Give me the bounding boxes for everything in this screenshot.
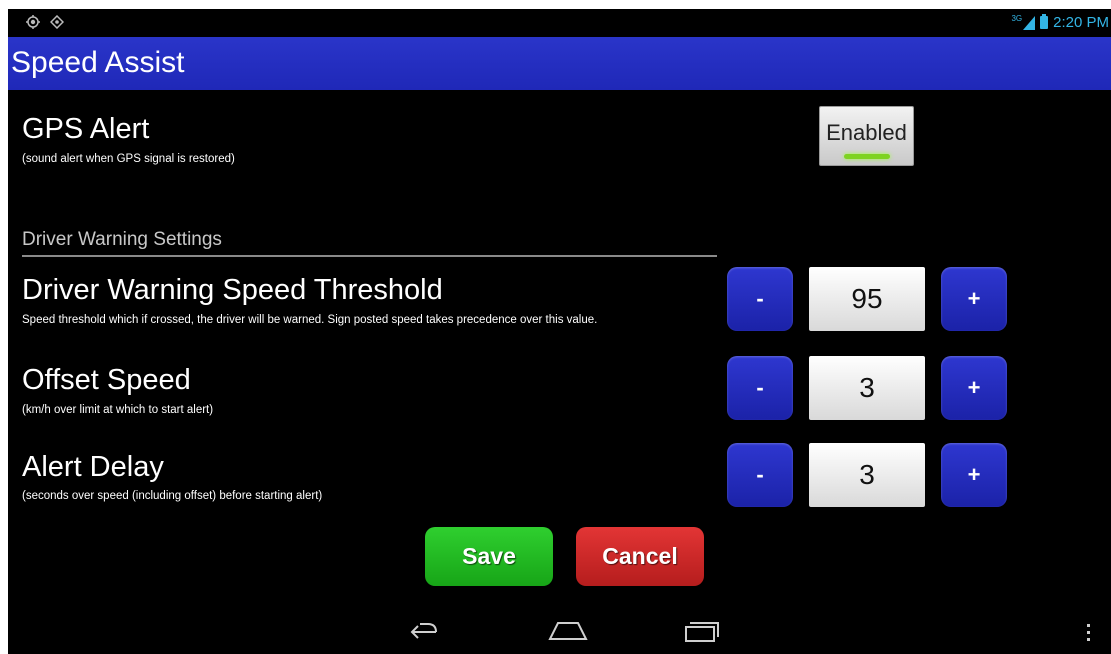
alert-delay-increment-button[interactable]: + bbox=[941, 443, 1007, 507]
offset-speed-label: Offset Speed bbox=[22, 364, 191, 396]
speed-threshold-value[interactable]: 95 bbox=[809, 267, 925, 331]
cancel-button[interactable]: Cancel bbox=[576, 527, 704, 586]
device-screen: 3G 2:20 PM Speed Assist GPS Alert (sound… bbox=[8, 9, 1111, 654]
offset-speed-value[interactable]: 3 bbox=[809, 356, 925, 420]
section-divider bbox=[22, 255, 717, 257]
app-title: Speed Assist bbox=[11, 46, 185, 79]
offset-speed-increment-button[interactable]: + bbox=[941, 356, 1007, 420]
speed-threshold-decrement-button[interactable]: - bbox=[727, 267, 793, 331]
recent-apps-icon[interactable] bbox=[684, 619, 720, 643]
alert-delay-value[interactable]: 3 bbox=[809, 443, 925, 507]
section-header: Driver Warning Settings bbox=[22, 229, 222, 250]
signal-icon bbox=[1023, 15, 1036, 30]
alert-delay-label: Alert Delay bbox=[22, 451, 164, 483]
gps-alert-toggle[interactable]: Enabled bbox=[819, 106, 914, 166]
speed-threshold-label: Driver Warning Speed Threshold bbox=[22, 274, 443, 306]
status-time: 2:20 PM bbox=[1053, 14, 1109, 31]
gps-alert-description: (sound alert when GPS signal is restored… bbox=[22, 153, 235, 165]
overflow-menu-icon[interactable] bbox=[1086, 623, 1092, 643]
network-type-label: 3G bbox=[1011, 14, 1023, 23]
back-icon[interactable] bbox=[408, 621, 440, 643]
location-icon bbox=[26, 15, 40, 29]
gps-alert-toggle-label: Enabled bbox=[826, 120, 907, 145]
save-button[interactable]: Save bbox=[425, 527, 553, 586]
battery-icon bbox=[1040, 14, 1049, 29]
speed-threshold-description: Speed threshold which if crossed, the dr… bbox=[22, 314, 598, 326]
offset-speed-decrement-button[interactable]: - bbox=[727, 356, 793, 420]
home-icon[interactable] bbox=[546, 619, 590, 641]
status-icons-left bbox=[26, 15, 64, 29]
gps-alert-label: GPS Alert bbox=[22, 113, 150, 145]
toggle-on-indicator bbox=[844, 154, 890, 159]
alert-delay-description: (seconds over speed (including offset) b… bbox=[22, 490, 323, 502]
gps-icon bbox=[50, 15, 64, 29]
speed-threshold-increment-button[interactable]: + bbox=[941, 267, 1007, 331]
status-icons-right: 3G 2:20 PM bbox=[1011, 14, 1109, 31]
offset-speed-description: (km/h over limit at which to start alert… bbox=[22, 404, 214, 416]
alert-delay-decrement-button[interactable]: - bbox=[727, 443, 793, 507]
status-bar: 3G 2:20 PM bbox=[8, 9, 1111, 37]
action-bar: Speed Assist bbox=[8, 37, 1111, 90]
